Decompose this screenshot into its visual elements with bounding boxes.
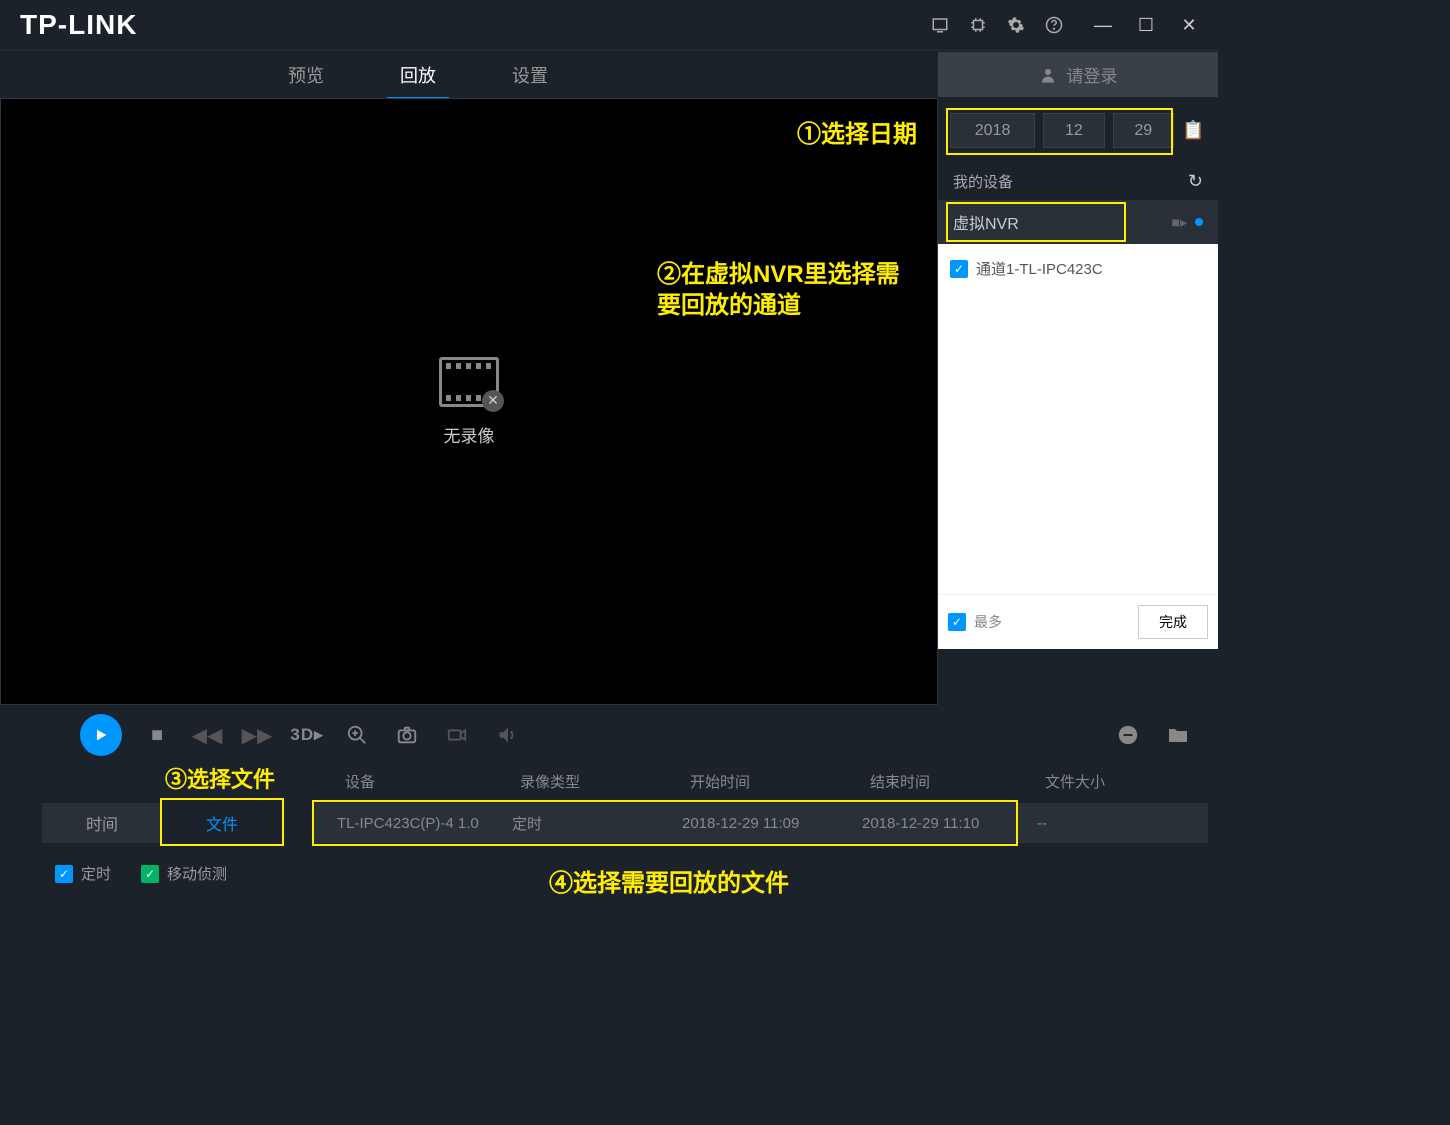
minimize-button[interactable]: — <box>1094 16 1112 34</box>
annotation-1: ①选择日期 <box>797 119 917 150</box>
channel-item[interactable]: ✓ 通道1-TL-IPC423C <box>948 254 1208 283</box>
no-video-text: 无录像 <box>444 422 495 447</box>
date-day[interactable]: 29 <box>1113 113 1174 148</box>
filter-motion-checkbox[interactable]: ✓ <box>141 865 159 883</box>
video-area: ①选择日期 ②在虚拟NVR里选择需要回放的通道 ✕ 无录像 <box>0 98 938 705</box>
filter-scheduled-checkbox[interactable]: ✓ <box>55 865 73 883</box>
filter-scheduled[interactable]: ✓ 定时 <box>55 863 111 884</box>
annotation-3: ③选择文件 <box>165 762 275 794</box>
col-size: 文件大小 <box>1045 771 1145 792</box>
calendar-icon[interactable]: 📋 <box>1182 120 1206 141</box>
gear-icon[interactable] <box>1006 15 1026 35</box>
filelist-header: ③选择文件 设备 录像类型 开始时间 结束时间 文件大小 <box>0 765 1218 798</box>
annotation-4: ④选择需要回放的文件 <box>549 863 789 898</box>
threed-button[interactable]: 3D▸ <box>292 725 322 745</box>
right-panel: 2018 12 29 📋 我的设备 ↻ 虚拟NVR ■▸ ✓ 通道1-TL-IP… <box>938 98 1218 705</box>
forward-button[interactable]: ▶▶ <box>242 723 272 748</box>
user-icon <box>1039 66 1057 84</box>
rewind-button[interactable]: ◀◀ <box>192 723 222 748</box>
volume-button[interactable] <box>492 724 522 746</box>
file-row[interactable]: TL-IPC423C(P)-4 1.0 定时 2018-12-29 11:09 … <box>312 803 1208 843</box>
tab-settings[interactable]: 设置 <box>504 52 556 98</box>
snapshot-button[interactable] <box>392 724 422 746</box>
screen-icon[interactable] <box>930 15 950 35</box>
play-button[interactable] <box>80 714 122 756</box>
no-video-icon: ✕ <box>439 357 499 407</box>
stop-button[interactable]: ■ <box>142 724 172 747</box>
filter-motion[interactable]: ✓ 移动侦测 <box>141 863 227 884</box>
tab-file[interactable]: 文件 <box>162 803 282 843</box>
chip-icon[interactable] <box>968 15 988 35</box>
done-button[interactable]: 完成 <box>1138 605 1208 639</box>
channel-list: ✓ 通道1-TL-IPC423C <box>938 244 1218 594</box>
logo: TP-LINK <box>20 9 137 41</box>
refresh-icon[interactable]: ↻ <box>1188 171 1203 192</box>
navbar: 预览 回放 设置 请登录 <box>0 50 1218 98</box>
nvr-label: 虚拟NVR <box>953 210 1172 234</box>
titlebar: TP-LINK — ☐ ✕ <box>0 0 1218 50</box>
hide-button[interactable] <box>1113 724 1143 746</box>
zoom-button[interactable] <box>342 724 372 746</box>
maximize-button[interactable]: ☐ <box>1137 16 1155 34</box>
device-header: 我的设备 <box>953 171 1188 192</box>
file-device: TL-IPC423C(P)-4 1.0 <box>337 815 512 832</box>
channel-checkbox[interactable]: ✓ <box>950 260 968 278</box>
col-start: 开始时间 <box>690 771 870 792</box>
file-type: 定时 <box>512 813 682 834</box>
login-label: 请登录 <box>1067 62 1118 87</box>
col-device: 设备 <box>345 771 520 792</box>
login-button[interactable]: 请登录 <box>938 52 1218 97</box>
filter-scheduled-label: 定时 <box>81 863 111 884</box>
date-month[interactable]: 12 <box>1043 113 1104 148</box>
tab-time[interactable]: 时间 <box>42 803 162 843</box>
file-end: 2018-12-29 11:10 <box>862 815 1037 832</box>
filter-motion-label: 移动侦测 <box>167 863 227 884</box>
status-dot <box>1195 218 1203 226</box>
controlbar: ■ ◀◀ ▶▶ 3D▸ <box>0 705 1218 765</box>
record-button[interactable] <box>442 724 472 746</box>
col-type: 录像类型 <box>520 771 690 792</box>
folder-button[interactable] <box>1163 723 1193 747</box>
more-label: 最多 <box>974 612 1130 632</box>
nvr-row[interactable]: 虚拟NVR ■▸ <box>938 200 1218 244</box>
close-button[interactable]: ✕ <box>1180 16 1198 34</box>
more-checkbox[interactable]: ✓ <box>948 613 966 631</box>
camera-icon: ■▸ <box>1172 214 1187 231</box>
help-icon[interactable] <box>1044 15 1064 35</box>
tab-preview[interactable]: 预览 <box>280 52 332 98</box>
file-start: 2018-12-29 11:09 <box>682 815 862 832</box>
tab-playback[interactable]: 回放 <box>392 52 444 98</box>
date-year[interactable]: 2018 <box>950 113 1035 148</box>
file-size: -- <box>1037 815 1137 832</box>
annotation-2: ②在虚拟NVR里选择需要回放的通道 <box>657 259 917 321</box>
col-end: 结束时间 <box>870 771 1045 792</box>
channel-label: 通道1-TL-IPC423C <box>976 258 1103 279</box>
